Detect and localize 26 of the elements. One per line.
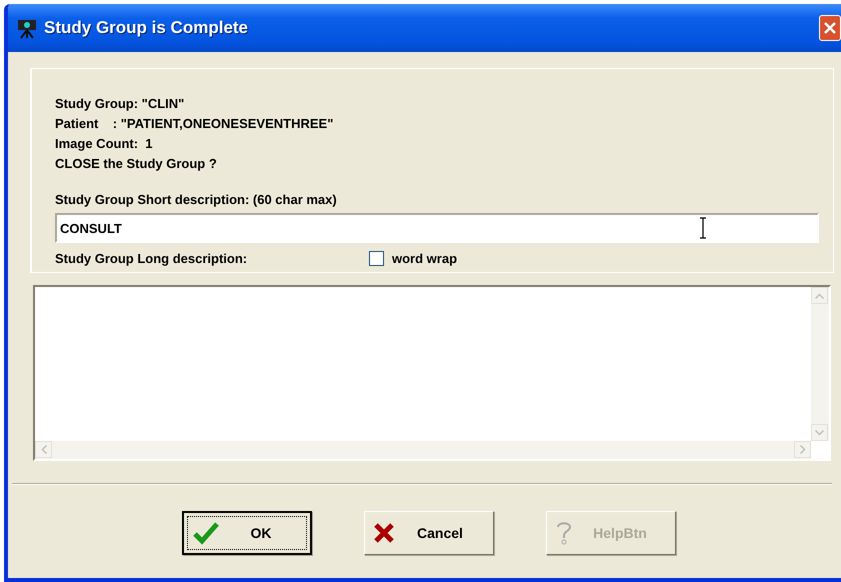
scroll-up-icon[interactable] [811,287,828,304]
long-description-field[interactable] [33,285,831,461]
info-text: Study Group: "CLIN" [55,95,186,112]
info-text: Image Count: 1 [55,135,154,152]
checkbox-label[interactable]: word wrap [392,251,458,266]
scroll-left-icon[interactable] [35,441,52,458]
vertical-scrollbar[interactable] [811,287,829,441]
x-mark-icon [373,522,395,544]
info-text: Patient : "PATIENT,ONEONESEVENTHREE" [55,115,334,132]
horizontal-scrollbar[interactable] [35,441,811,459]
close-button[interactable] [819,15,841,41]
info-text: CLOSE the Study Group ? [55,155,218,172]
close-icon [823,21,837,35]
cancel-button[interactable]: Cancel [364,511,494,555]
window-title: Study Group is Complete [44,18,248,38]
ok-button[interactable]: OK [182,511,312,555]
scroll-right-icon[interactable] [794,441,811,458]
field-label: Study Group Short description: (60 char max) [55,192,338,207]
scroll-down-icon[interactable] [811,424,828,441]
short-description-field[interactable]: CONSULT [55,213,819,243]
text-cursor-icon [699,217,707,239]
question-mark-icon [555,520,573,546]
word-wrap-checkbox[interactable] [369,251,384,266]
field-label: Study Group Long description: [55,251,248,266]
checkmark-icon [192,521,220,545]
camera-tripod-icon [16,17,38,39]
